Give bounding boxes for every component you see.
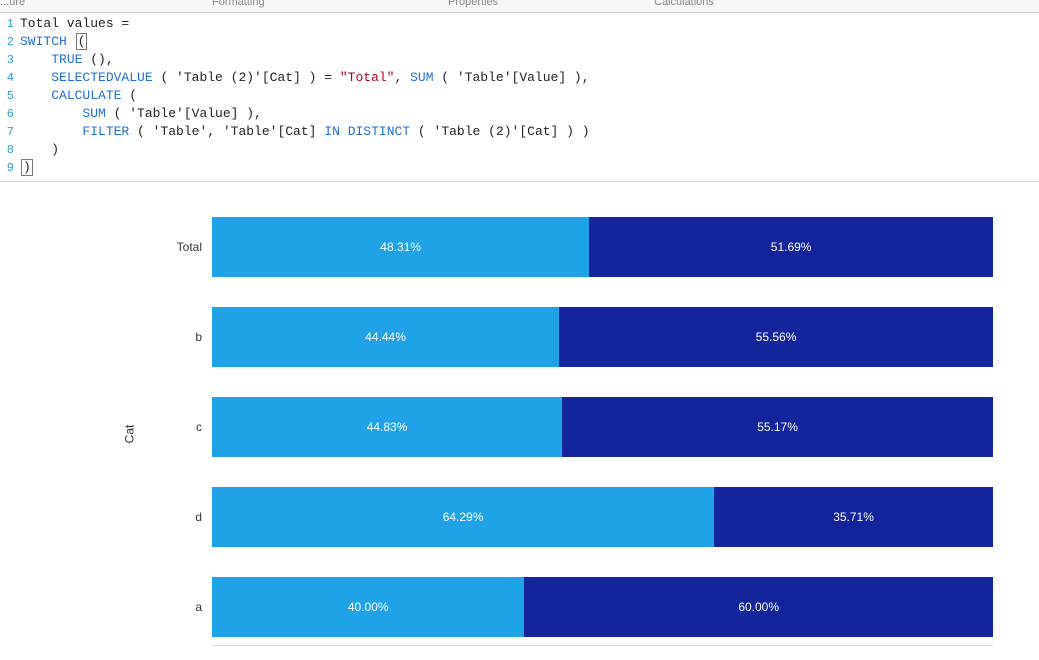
code-keyword: SELECTEDVALUE [51,70,152,85]
code-keyword: DISTINCT [348,124,410,139]
code-keyword: CALCULATE [51,88,121,103]
bar-row: a40.00%60.00% [160,577,993,637]
bar-row: d64.29%35.71% [160,487,993,547]
code-text: , [394,70,410,85]
bar[interactable]: 40.00%60.00% [212,577,993,637]
code-text: ( 'Table'[Value] ), [106,106,262,121]
line-number: 1 [0,15,20,33]
line-number: 4 [0,69,20,87]
bar-row: Total48.31%51.69% [160,217,993,277]
bar[interactable]: 44.44%55.56% [212,307,993,367]
code-text: ( 'Table', 'Table'[Cat] [129,124,324,139]
bar-segment-series1[interactable]: 48.31% [212,217,589,277]
bar-segment-series1[interactable]: 40.00% [212,577,524,637]
code-keyword: SWITCH [20,34,67,49]
code-keyword: TRUE [51,52,82,67]
ribbon-tab-formatting[interactable]: Formatting [212,0,265,8]
stacked-bar-chart: Cat Total48.31%51.69%b44.44%55.56%c44.83… [160,217,993,650]
category-label: Total [160,240,212,254]
bar-row: c44.83%55.17% [160,397,993,457]
line-number: 5 [0,87,20,105]
x-axis-baseline [212,645,993,650]
category-label: d [160,510,212,524]
code-text [340,124,348,139]
line-number: 3 [0,51,20,69]
line-number: 9 [0,159,20,177]
code-text: (), [82,52,113,67]
bar-segment-series2[interactable]: 55.17% [562,397,993,457]
bar-segment-series2[interactable]: 35.71% [714,487,993,547]
code-text: ( 'Table (2)'[Cat] ) = [153,70,340,85]
code-text: ( 'Table'[Value] ), [434,70,590,85]
y-axis-title: Cat [122,424,136,443]
bar-segment-series1[interactable]: 64.29% [212,487,714,547]
line-number: 2 [0,33,20,51]
bar[interactable]: 44.83%55.17% [212,397,993,457]
bar-segment-series2[interactable]: 51.69% [589,217,993,277]
code-text: Total values = [20,16,129,31]
line-number: 8 [0,141,20,159]
code-text: ) [21,159,33,176]
ribbon-tab-properties[interactable]: Properties [448,0,498,8]
bar[interactable]: 48.31%51.69% [212,217,993,277]
formula-editor[interactable]: 1Total values = 2SWITCH ( 3 TRUE (), 4 S… [0,13,1039,182]
ribbon-tab-calculations[interactable]: Calculations [654,0,714,8]
code-keyword: SUM [82,106,105,121]
code-text: ) [20,142,59,157]
bar-segment-series1[interactable]: 44.83% [212,397,562,457]
code-keyword: FILTER [82,124,129,139]
code-keyword: IN [324,124,340,139]
category-label: a [160,600,212,614]
ribbon-tabs: ...ure Formatting Properties Calculation… [0,0,1039,13]
code-keyword: SUM [410,70,433,85]
line-number: 6 [0,105,20,123]
category-label: c [160,420,212,434]
bar-segment-series2[interactable]: 55.56% [559,307,993,367]
caret: ( [76,33,88,50]
code-text: ( [121,88,137,103]
bar[interactable]: 64.29%35.71% [212,487,993,547]
line-number: 7 [0,123,20,141]
ribbon-tab-partial[interactable]: ...ure [0,0,25,8]
code-text: ( 'Table (2)'[Cat] ) ) [410,124,589,139]
bar-segment-series2[interactable]: 60.00% [524,577,993,637]
bar-segment-series1[interactable]: 44.44% [212,307,559,367]
bar-row: b44.44%55.56% [160,307,993,367]
code-string: "Total" [340,70,395,85]
category-label: b [160,330,212,344]
